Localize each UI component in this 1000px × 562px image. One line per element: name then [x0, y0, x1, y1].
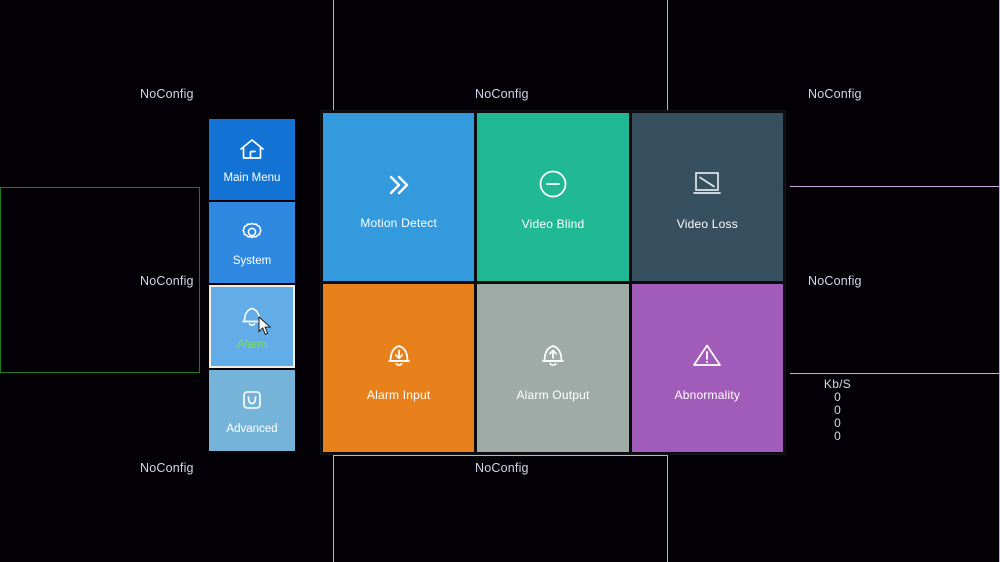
main-launcher-column: Main Menu System Alarm Advanced [209, 119, 295, 453]
alarm-menu-item-label: Video Loss [676, 217, 738, 231]
alarm-menu-item-alarm-input[interactable]: Alarm Input [323, 284, 475, 452]
channel-placeholder-label: NoConfig [808, 87, 862, 101]
launcher-item-label: Advanced [226, 423, 278, 436]
launcher-item-main-menu[interactable]: Main Menu [209, 119, 295, 200]
channel-placeholder-label: NoConfig [808, 274, 862, 288]
live-view-screen: NoConfig NoConfig NoConfig NoConfig NoCo… [0, 0, 1000, 562]
bell-arrow-down-icon [379, 335, 419, 375]
launcher-item-alarm[interactable]: Alarm [209, 285, 295, 368]
warning-triangle-icon [687, 335, 727, 375]
channel-placeholder-label: NoConfig [475, 87, 529, 101]
alarm-menu-item-video-blind[interactable]: Video Blind [477, 113, 629, 281]
channel-grid-line-horizontal-center-bottom [333, 455, 667, 456]
alarm-menu-item-abnormality[interactable]: Abnormality [631, 284, 783, 452]
bitrate-value: 0 [834, 429, 841, 443]
circle-minus-icon [533, 164, 573, 204]
launcher-item-label: System [232, 255, 272, 268]
alarm-menu-item-motion-detect[interactable]: Motion Detect [323, 113, 475, 281]
alarm-menu-item-label: Abnormality [674, 388, 741, 402]
bell-icon [237, 301, 267, 331]
channel-grid-line-horizontal-right-1 [790, 186, 1000, 187]
channel-grid-line-horizontal-right-2 [790, 373, 1000, 374]
launcher-item-system[interactable]: System [209, 202, 295, 283]
channel-placeholder-label: NoConfig [140, 87, 194, 101]
alarm-menu-grid: Motion Detect Video Blind Video Loss Ala… [320, 110, 786, 455]
home-icon [237, 134, 267, 164]
alarm-menu-item-label: Alarm Input [366, 388, 431, 402]
alarm-menu-item-label: Video Blind [521, 217, 585, 231]
launcher-item-label: Alarm [236, 339, 268, 352]
launcher-item-advanced[interactable]: Advanced [209, 370, 295, 451]
double-chevron-right-icon [379, 165, 419, 205]
monitor-slash-icon [687, 164, 727, 204]
alarm-menu-item-label: Motion Detect [360, 216, 437, 230]
channel-placeholder-label: NoConfig [140, 274, 194, 288]
launcher-item-label: Main Menu [223, 172, 281, 185]
alarm-menu-item-alarm-output[interactable]: Alarm Output [477, 284, 629, 452]
selected-channel-line-top-left [0, 187, 200, 188]
toolbox-icon [237, 385, 267, 415]
bell-arrow-up-icon [533, 335, 573, 375]
alarm-menu-item-label: Alarm Output [516, 388, 590, 402]
alarm-menu-item-video-loss[interactable]: Video Loss [631, 113, 783, 281]
gear-icon [237, 217, 267, 247]
bitrate-panel: Kb/S 0 0 0 0 [795, 378, 880, 443]
channel-placeholder-label: NoConfig [475, 461, 529, 475]
channel-placeholder-label: NoConfig [140, 461, 194, 475]
